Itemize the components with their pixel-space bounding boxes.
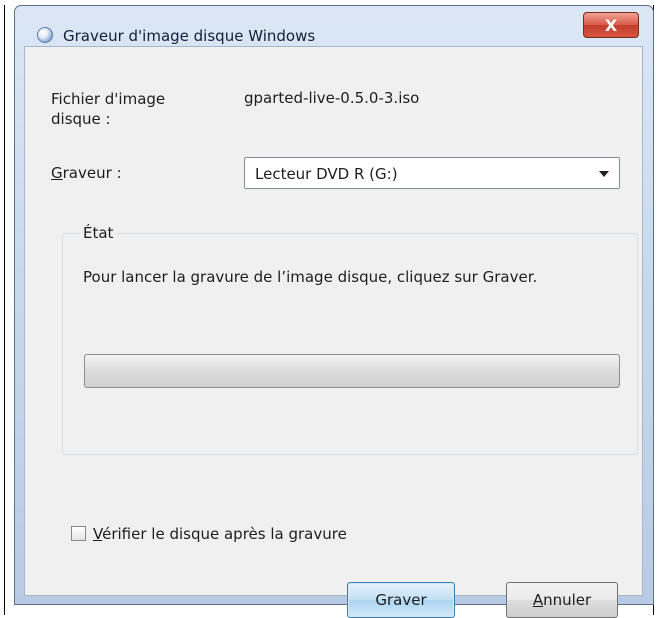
burn-button[interactable]: Graver [347,582,455,618]
status-group-label: État [80,224,117,242]
cancel-button[interactable]: Annuler [506,582,618,618]
burn-button-label: Graver [375,591,427,609]
burn-progress-bar [84,354,620,388]
chevron-down-icon[interactable] [599,171,609,177]
window-title: Graveur d'image disque Windows [63,27,316,45]
burner-label: Graveur : [51,164,122,182]
dialog-content: Fichier d'image disque : gparted-live-0.… [24,46,643,618]
left-border [4,5,5,615]
close-icon: X [604,15,618,35]
disc-image-burner-window: Graveur d'image disque Windows X Fichier… [14,5,654,618]
burner-select[interactable]: Lecteur DVD R (G:) [244,157,620,189]
image-file-label: Fichier d'image disque : [51,90,166,128]
verify-disc-label[interactable]: Vérifier le disque après la gravure [93,525,347,543]
verify-disc-checkbox[interactable] [71,526,86,541]
status-message: Pour lancer la gravure de l’image disque… [83,268,538,286]
disc-burner-icon [37,27,53,43]
image-file-value: gparted-live-0.5.0-3.iso [244,89,420,107]
close-button[interactable]: X [583,12,639,38]
status-group: Pour lancer la gravure de l’image disque… [62,233,638,455]
cancel-button-label: Annuler [532,591,592,609]
burner-select-value: Lecteur DVD R (G:) [255,165,398,183]
title-bar[interactable]: Graveur d'image disque Windows X [15,6,653,45]
